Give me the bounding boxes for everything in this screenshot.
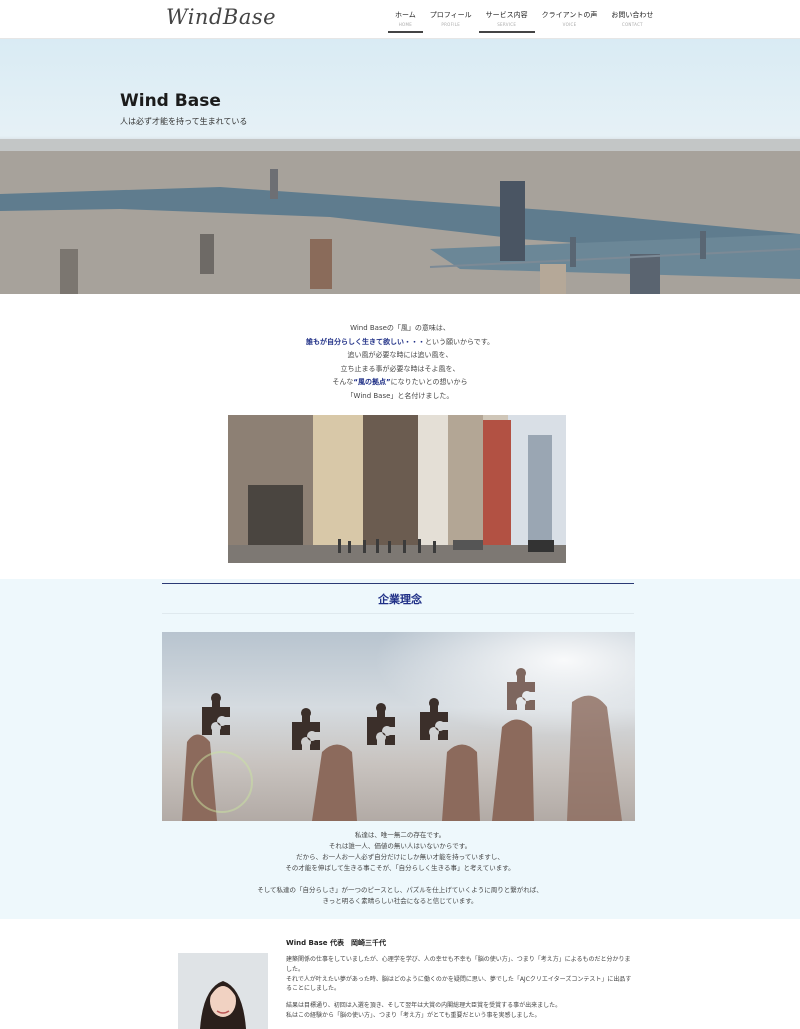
intro-highlight: “風の拠点”: [353, 378, 391, 386]
philosophy-line: きっと明るく素晴らしい社会になると信じています。: [322, 897, 478, 905]
hero-subtitle: 人は必ず才能を持って生まれている: [120, 117, 248, 126]
intro-line: 追い風が必要な時には追い風を、: [347, 351, 453, 359]
nav-item-home[interactable]: ホーム HOME: [388, 6, 423, 33]
main-nav: ホーム HOME プロフィール PROFILE サービス内容 SERVICE ク…: [388, 6, 660, 33]
intro-line: 「Wind Base」と名付けました。: [346, 391, 454, 400]
philosophy-line: それは誰一人、価値の無い人はいないからです。: [328, 842, 472, 850]
section-divider: [162, 583, 634, 584]
representative-paragraph: 私はこの経験から「脳の使い方」、つまり「考え方」がとても重要だという事を実感しま…: [286, 1011, 541, 1019]
portrait-illustration: [178, 953, 268, 1029]
philosophy-line: 私達は、唯一無二の存在です。: [354, 831, 446, 839]
street-illustration: [228, 415, 566, 563]
hero-title: Wind Base: [120, 91, 221, 111]
nav-label: ホーム: [395, 11, 416, 19]
philosophy-line: だから、お一人お一人必ず自分だけにしか無い才能を持っていますし、: [296, 853, 504, 861]
nav-item-service[interactable]: サービス内容 SERVICE: [478, 6, 535, 33]
intro-text-post: になりたいとの想いから: [390, 378, 468, 386]
philosophy-text: 私達は、唯一無二の存在です。 それは誰一人、価値の無い人はいないからです。 だか…: [0, 830, 800, 907]
philosophy-line: そして私達の「自分らしさ」が一つのピースとし、パズルを仕上げていくように周りと繋…: [257, 886, 543, 894]
nav-label: サービス内容: [485, 11, 528, 19]
section-divider: [162, 613, 634, 614]
philosophy-title: 企業理念: [378, 593, 422, 606]
street-image: [228, 415, 566, 563]
representative-photo: [178, 953, 268, 1029]
city-skyline-image: [0, 139, 800, 294]
nav-sublabel: VOICE: [562, 22, 577, 27]
nav-item-contact[interactable]: お問い合わせ CONTACT: [604, 6, 660, 33]
intro-text: Wind Baseの「風」の意味は、 誰もが自分らしく生きて欲しい・・・という願…: [0, 322, 800, 403]
hero-banner: Wind Base 人は必ず才能を持って生まれている: [0, 39, 800, 294]
intro-text-pre: そんな: [332, 378, 354, 386]
intro-line: 誰もが自分らしく生きて欲しい・・・という願いからです。: [0, 336, 800, 350]
nav-item-voice[interactable]: クライアントの声 VOICE: [535, 6, 605, 33]
puzzle-hands-image: [162, 632, 635, 821]
representative-text: 建築関係の仕事をしていましたが、心理学を学び、人の幸せも不幸も「脳の使い方」、つ…: [286, 955, 636, 1021]
nav-sublabel: PROFILE: [441, 22, 461, 27]
site-header: WindBase ホーム HOME プロフィール PROFILE サービス内容 …: [0, 0, 800, 39]
nav-item-profile[interactable]: プロフィール PROFILE: [423, 6, 479, 33]
nav-sublabel: HOME: [398, 22, 413, 27]
intro-line: 立ち止まる事が必要な時はそよ風を、: [340, 364, 460, 373]
representative-paragraph: 建築関係の仕事をしていましたが、心理学を学び、人の幸せも不幸も「脳の使い方」、つ…: [286, 956, 631, 973]
nav-label: クライアントの声: [541, 11, 598, 19]
representative-paragraph: 結果は目標通り、初回は入選を頂き、そして翌年は大賞の内閣総理大臣賞を受賞する事が…: [286, 1002, 562, 1010]
nav-label: プロフィール: [429, 11, 472, 19]
site-logo[interactable]: WindBase: [166, 5, 276, 29]
nav-label: お問い合わせ: [611, 11, 654, 19]
intro-line: Wind Baseの「風」の意味は、: [350, 324, 450, 332]
intro-line: そんな“風の拠点”になりたいとの想いから: [0, 376, 800, 390]
representative-title: Wind Base 代表 岡崎三千代: [286, 939, 386, 947]
nav-sublabel: SERVICE: [497, 22, 517, 27]
intro-highlight: 誰もが自分らしく生きて欲しい・・・: [305, 337, 425, 346]
intro-text-rest: という願いからです。: [424, 337, 495, 346]
nav-sublabel: CONTACT: [621, 22, 643, 27]
representative-paragraph: それで人が叶えたい夢があった時、脳はどのように働くのかを疑問に思い、夢でした「A…: [286, 975, 632, 993]
philosophy-line: その才能を伸ばして生きる事こそが、「自分らしく生きる事」と考えています。: [285, 864, 515, 872]
puzzle-illustration: [162, 632, 635, 821]
